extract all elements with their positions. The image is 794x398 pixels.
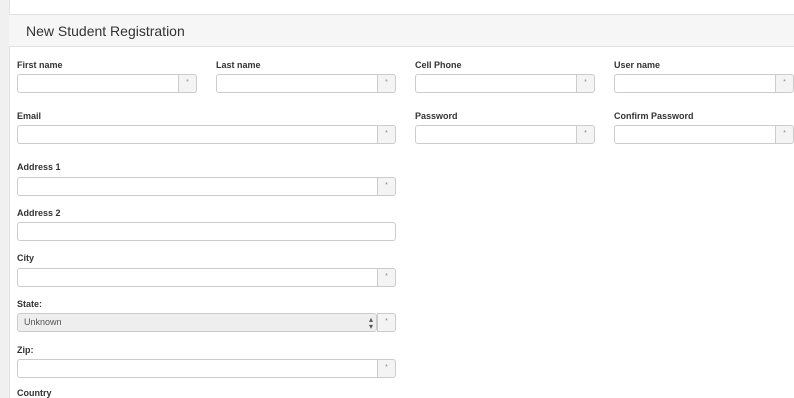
state-selected-value: Unknown bbox=[24, 317, 62, 327]
zip-label: Zip: bbox=[17, 345, 34, 355]
zip-required-icon: * bbox=[377, 359, 396, 378]
country-label: Country bbox=[17, 388, 52, 398]
state-select[interactable]: Unknown ▴ ▾ bbox=[17, 313, 377, 332]
user-name-required-icon: * bbox=[775, 74, 794, 93]
email-label: Email bbox=[17, 111, 42, 121]
state-label: State: bbox=[17, 299, 43, 309]
first-name-field[interactable] bbox=[17, 74, 178, 93]
city-required-icon: * bbox=[377, 268, 396, 287]
user-name-label: User name bbox=[614, 60, 661, 70]
confirm-password-required-icon: * bbox=[775, 125, 794, 144]
confirm-password-field[interactable] bbox=[614, 125, 775, 144]
first-name-required-icon: * bbox=[178, 74, 197, 93]
left-edge-strip bbox=[0, 0, 10, 398]
cell-phone-field[interactable] bbox=[415, 74, 576, 93]
state-required-icon: * bbox=[377, 313, 396, 332]
email-required-icon: * bbox=[377, 125, 396, 144]
address1-label: Address 1 bbox=[17, 162, 61, 172]
password-field[interactable] bbox=[415, 125, 576, 144]
address1-field[interactable] bbox=[17, 177, 377, 196]
last-name-required-icon: * bbox=[377, 74, 396, 93]
address1-required-icon: * bbox=[377, 177, 396, 196]
select-caret-icon: ▴ ▾ bbox=[368, 315, 373, 331]
password-label: Password bbox=[415, 111, 458, 121]
address2-field[interactable] bbox=[17, 222, 396, 241]
cell-phone-required-icon: * bbox=[576, 74, 595, 93]
city-label: City bbox=[17, 253, 35, 263]
user-name-field[interactable] bbox=[614, 74, 775, 93]
last-name-label: Last name bbox=[216, 60, 261, 70]
city-field[interactable] bbox=[17, 268, 377, 287]
cell-phone-label: Cell Phone bbox=[415, 60, 462, 70]
first-name-label: First name bbox=[17, 60, 63, 70]
confirm-password-label: Confirm Password bbox=[614, 111, 694, 121]
address2-label: Address 2 bbox=[17, 208, 61, 218]
panel-heading: New Student Registration bbox=[9, 14, 794, 47]
email-field[interactable] bbox=[17, 125, 377, 144]
panel-title: New Student Registration bbox=[26, 23, 185, 39]
password-required-icon: * bbox=[576, 125, 595, 144]
zip-field[interactable] bbox=[17, 359, 377, 378]
last-name-field[interactable] bbox=[216, 74, 377, 93]
